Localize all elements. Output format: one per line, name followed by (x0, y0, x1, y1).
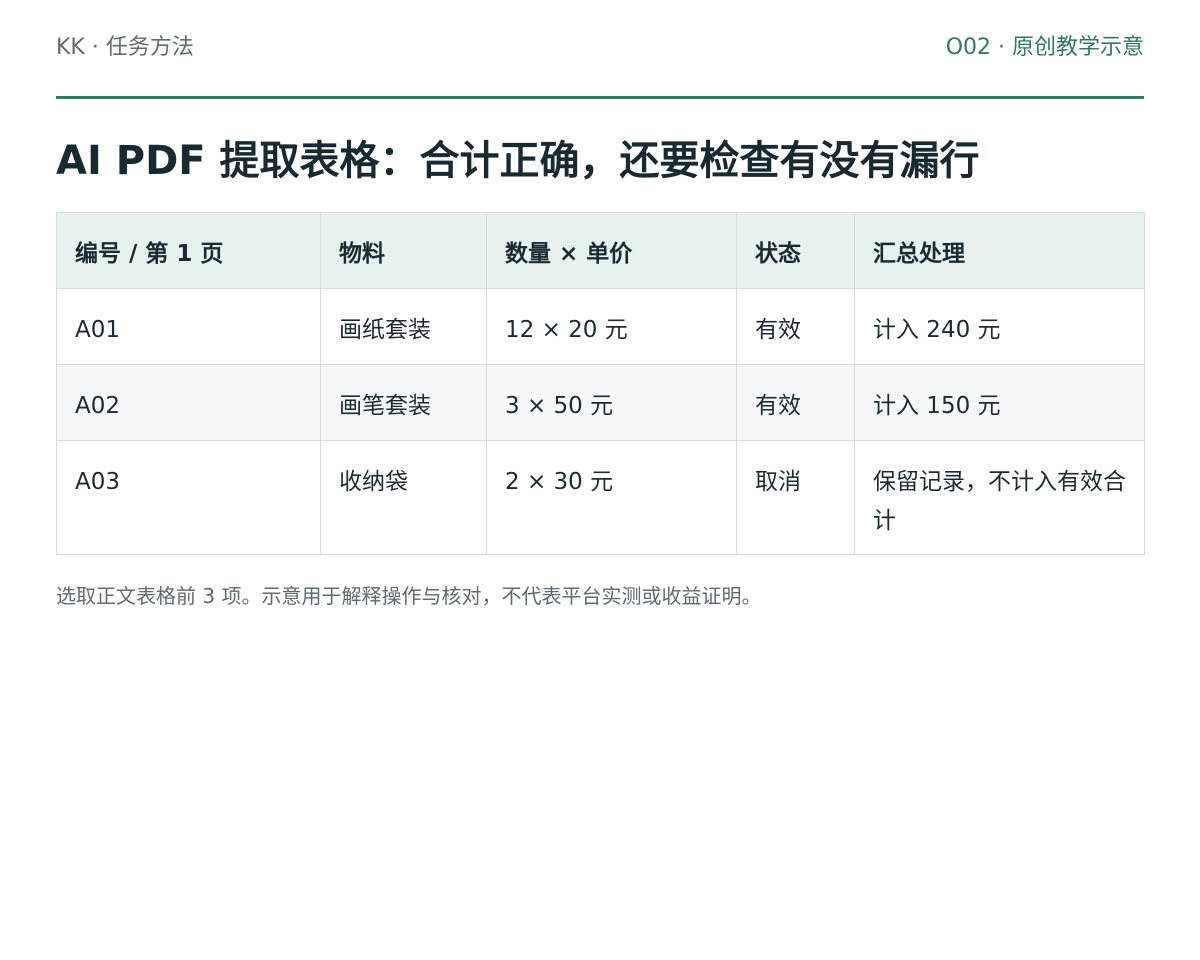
cell-status: 有效 (736, 364, 855, 441)
footnote: 选取正文表格前 3 项。示意用于解释操作与核对，不代表平台实测或收益证明。 (56, 584, 762, 608)
cell-item: 画笔套装 (320, 364, 487, 441)
cell-status: 有效 (736, 288, 855, 365)
table-row: A02 画笔套装 3 × 50 元 有效 计入 150 元 (56, 364, 1145, 441)
cell-qty-price: 12 × 20 元 (486, 288, 737, 365)
cell-item: 画纸套装 (320, 288, 487, 365)
column-header-status: 状态 (736, 212, 855, 289)
column-header-item: 物料 (320, 212, 487, 289)
column-header-summary: 汇总处理 (854, 212, 1145, 289)
cell-summary: 保留记录，不计入有效合计 (854, 440, 1145, 555)
cell-item: 收纳袋 (320, 440, 487, 555)
header-tag: O02 · 原创教学示意 (945, 35, 1144, 60)
cell-id: A01 (56, 288, 321, 365)
page: KK · 任务方法 O02 · 原创教学示意 AI PDF 提取表格：合计正确，… (56, 0, 1145, 611)
table-header-row: 编号 / 第 1 页 物料 数量 × 单价 状态 汇总处理 (56, 212, 1145, 289)
column-header-qty-price: 数量 × 单价 (486, 212, 737, 289)
cell-qty-price: 2 × 30 元 (486, 440, 737, 555)
cell-qty-price: 3 × 50 元 (486, 364, 737, 441)
table-row: A03 收纳袋 2 × 30 元 取消 保留记录，不计入有效合计 (56, 440, 1145, 555)
items-table: 编号 / 第 1 页 物料 数量 × 单价 状态 汇总处理 A01 画纸套装 1… (56, 212, 1145, 555)
cell-status: 取消 (736, 440, 855, 555)
cell-summary: 计入 150 元 (854, 364, 1145, 441)
cell-summary: 计入 240 元 (854, 288, 1145, 365)
table-row: A01 画纸套装 12 × 20 元 有效 计入 240 元 (56, 288, 1145, 365)
header-category: KK · 任务方法 (56, 35, 194, 60)
cell-id: A02 (56, 364, 321, 441)
page-title: AI PDF 提取表格：合计正确，还要检查有没有漏行 (56, 138, 980, 184)
cell-id: A03 (56, 440, 321, 555)
column-header-id: 编号 / 第 1 页 (56, 212, 321, 289)
page-header: KK · 任务方法 O02 · 原创教学示意 (56, 0, 1144, 99)
